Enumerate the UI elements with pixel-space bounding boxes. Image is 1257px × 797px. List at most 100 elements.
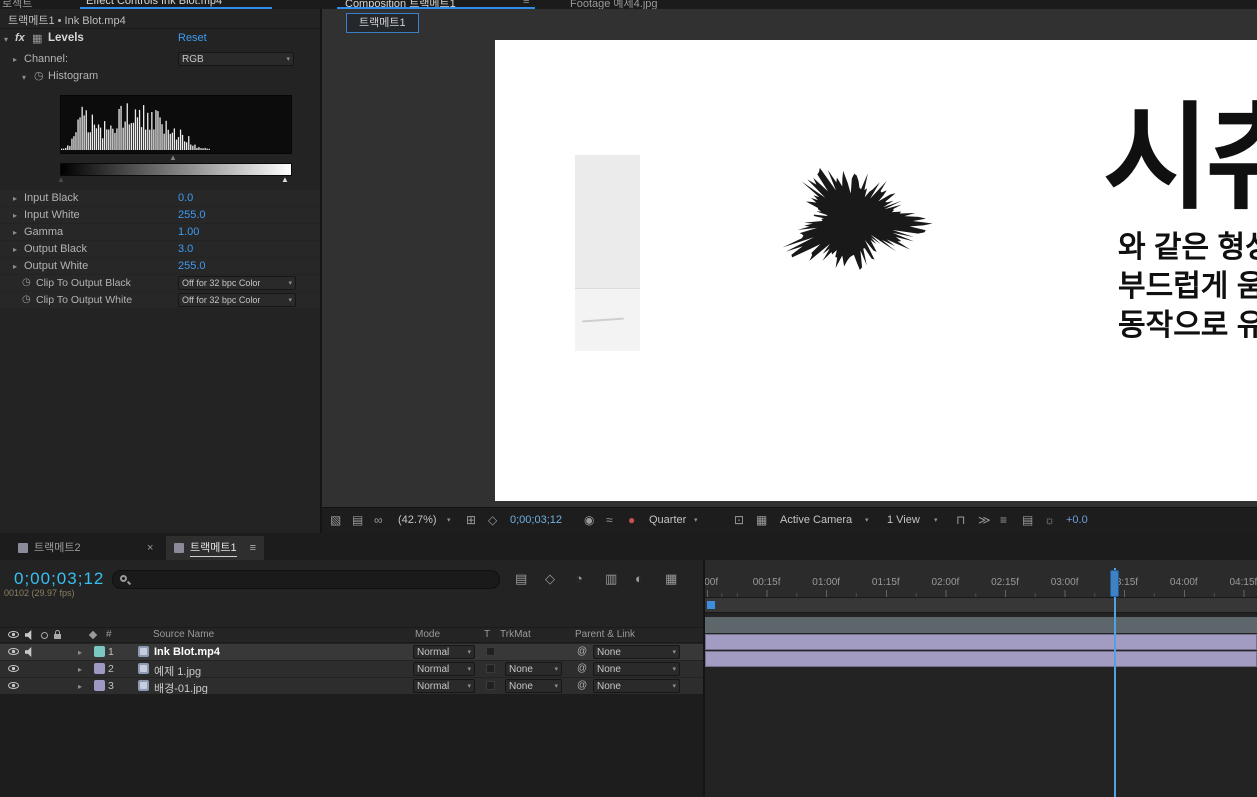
param-value[interactable]: 255.0 <box>178 260 206 272</box>
layer-label-color[interactable] <box>94 663 105 674</box>
expand-arrow-icon[interactable]: ▸ <box>78 648 82 657</box>
clip-white-select[interactable]: Off for 32 bpc Color ▾ <box>178 293 296 307</box>
tab-effect-controls[interactable]: Effect Controls Ink Blot.mp4 <box>86 0 222 7</box>
stopwatch-icon[interactable]: ◷ <box>34 69 44 82</box>
layer-duration-bar[interactable] <box>705 651 1257 667</box>
time-ruler[interactable]: 0:00f 00:15f 01:00f 01:15f 02:00f 02:15f… <box>705 560 1257 598</box>
output-black-marker[interactable]: ▲ <box>57 176 65 184</box>
column-parent-link[interactable]: Parent & Link <box>575 629 635 640</box>
track-matte-select[interactable]: None ▾ <box>505 662 562 676</box>
column-source-name[interactable]: Source Name <box>153 629 214 640</box>
layer-label-color[interactable] <box>94 646 105 657</box>
layer-duration-bar[interactable] <box>705 617 1257 633</box>
visibility-eye-icon[interactable] <box>8 682 19 689</box>
expand-arrow-icon[interactable]: ▸ <box>78 682 82 691</box>
grid-options-icon[interactable]: ⊞ <box>466 508 476 533</box>
blend-mode-select[interactable]: Normal ▾ <box>413 679 475 693</box>
magnification-select[interactable]: (42.7%) <box>398 508 437 533</box>
visibility-eye-icon[interactable] <box>8 665 19 672</box>
chevron-down-icon[interactable]: ▾ <box>865 508 869 533</box>
motion-blur-icon[interactable]: ◐ <box>635 570 643 588</box>
work-area-bar[interactable] <box>705 598 1257 613</box>
stopwatch-icon[interactable]: ◷ <box>22 277 31 288</box>
channel-expand-arrow-icon[interactable]: ▸ <box>13 55 17 64</box>
tab-composition-2[interactable]: 트랙메트2 <box>10 536 89 560</box>
pixel-aspect-icon[interactable]: ⊓ <box>956 508 965 533</box>
layer-name[interactable]: 예제 1.jpg <box>154 663 201 679</box>
stopwatch-icon[interactable]: ◷ <box>22 294 31 305</box>
audio-speaker-icon[interactable] <box>25 647 32 657</box>
search-box[interactable] <box>112 570 500 589</box>
column-trkmat[interactable]: TrkMat <box>500 629 531 640</box>
search-icon[interactable] <box>120 575 127 582</box>
param-value[interactable]: 0.0 <box>178 192 193 204</box>
show-channel-icon[interactable]: ● <box>628 508 635 533</box>
monitor-icon[interactable]: ▤ <box>352 508 363 533</box>
histogram-midpoint-marker[interactable]: ▲ <box>169 154 177 162</box>
effect-name[interactable]: Levels <box>48 32 84 44</box>
blend-mode-select[interactable]: Normal ▾ <box>413 645 475 659</box>
view-layout-select[interactable]: 1 View <box>887 508 920 533</box>
layer-row[interactable]: ▸ 2 예제 1.jpg Normal ▾ None ▾ @ None ▾ <box>0 661 703 679</box>
layer-row[interactable]: ▸ 3 배경-01.jpg Normal ▾ None ▾ @ None ▾ <box>0 678 703 695</box>
histogram-display[interactable] <box>60 95 292 154</box>
layer-label-color[interactable] <box>94 680 105 691</box>
layer-row[interactable]: ▸ 1 Ink Blot.mp4 Normal ▾ @ None ▾ <box>0 644 703 660</box>
expand-arrow-icon[interactable]: ▸ <box>13 194 17 203</box>
tab-composition-1[interactable]: 트랙메트1 ≡ <box>166 536 265 560</box>
search-input[interactable] <box>139 572 493 589</box>
camera-view-select[interactable]: Active Camera <box>780 508 852 533</box>
clip-black-select[interactable]: Off for 32 bpc Color ▾ <box>178 276 296 290</box>
reset-button[interactable]: Reset <box>178 32 207 44</box>
chevron-down-icon[interactable]: ▾ <box>694 508 698 533</box>
graph-editor-icon[interactable]: ▦ <box>665 570 677 588</box>
preserve-transparency-checkbox[interactable] <box>486 647 495 656</box>
expand-arrow-icon[interactable]: ▸ <box>78 665 82 674</box>
visibility-eye-icon[interactable] <box>8 648 19 655</box>
parent-pickwhip-icon[interactable]: @ <box>577 646 587 657</box>
chevron-down-icon[interactable]: ▾ <box>447 508 451 533</box>
region-of-interest-icon[interactable]: ⊡ <box>734 508 744 533</box>
comp-flowchart-icon[interactable]: ▤ <box>1022 508 1033 533</box>
always-preview-icon[interactable]: ▧ <box>330 508 341 533</box>
draft-3d-icon[interactable]: ◇ <box>545 570 555 588</box>
chevron-down-icon[interactable]: ▾ <box>934 508 938 533</box>
preserve-transparency-checkbox[interactable] <box>486 681 495 690</box>
preview-timecode[interactable]: 0;00;03;12 <box>510 508 562 533</box>
blend-mode-select[interactable]: Normal ▾ <box>413 662 475 676</box>
column-mode[interactable]: Mode <box>415 629 440 640</box>
output-white-marker[interactable]: ▲ <box>281 176 289 184</box>
expand-arrow-icon[interactable]: ▸ <box>13 262 17 271</box>
work-area-start-handle[interactable] <box>707 601 715 609</box>
tab-footage[interactable]: Footage 예제4.jpg <box>570 0 658 9</box>
parent-pickwhip-icon[interactable]: @ <box>577 680 587 691</box>
composition-viewer[interactable]: 시츄 와 같은 형상으 부드럽게 움직이 동작으로 유명하 <box>495 40 1257 501</box>
mask-visibility-icon[interactable]: ◇ <box>488 508 497 533</box>
histogram-expand-arrow-icon[interactable]: ▾ <box>22 73 26 82</box>
exposure-value[interactable]: +0.0 <box>1066 508 1088 533</box>
glasses-icon[interactable]: ∞ <box>374 508 383 533</box>
fast-previews-icon[interactable]: ≫ <box>978 508 991 533</box>
composition-tab-button[interactable]: 트랙메트1 <box>346 13 419 33</box>
parent-select[interactable]: None ▾ <box>593 679 680 693</box>
expand-arrow-icon[interactable]: ▸ <box>13 228 17 237</box>
playhead-line[interactable] <box>1114 568 1116 797</box>
preserve-transparency-checkbox[interactable] <box>486 664 495 673</box>
track-matte-select[interactable]: None ▾ <box>505 679 562 693</box>
timeline-track-area[interactable]: 0:00f 00:15f 01:00f 01:15f 02:00f 02:15f… <box>703 560 1257 797</box>
channel-select[interactable]: RGB ▾ <box>178 52 294 66</box>
param-value[interactable]: 1.00 <box>178 226 199 238</box>
layer-name[interactable]: Ink Blot.mp4 <box>154 646 220 658</box>
expand-arrow-icon[interactable]: ▸ <box>13 245 17 254</box>
tab-project-partial[interactable]: 로젝트 <box>2 0 32 9</box>
hide-shy-icon[interactable]: ◔ <box>575 570 583 588</box>
parent-pickwhip-icon[interactable]: @ <box>577 663 587 674</box>
effect-expand-arrow-icon[interactable]: ▾ <box>4 35 8 44</box>
resolution-select[interactable]: Quarter <box>649 508 686 533</box>
levels-gradient-bar[interactable] <box>60 163 292 176</box>
frame-blending-icon[interactable]: ▥ <box>605 570 617 588</box>
show-snapshot-icon[interactable]: ≈ <box>606 508 613 533</box>
snapshot-camera-icon[interactable]: ◉ <box>584 508 594 533</box>
param-value[interactable]: 3.0 <box>178 243 193 255</box>
panel-menu-icon[interactable]: ≡ <box>250 542 256 554</box>
